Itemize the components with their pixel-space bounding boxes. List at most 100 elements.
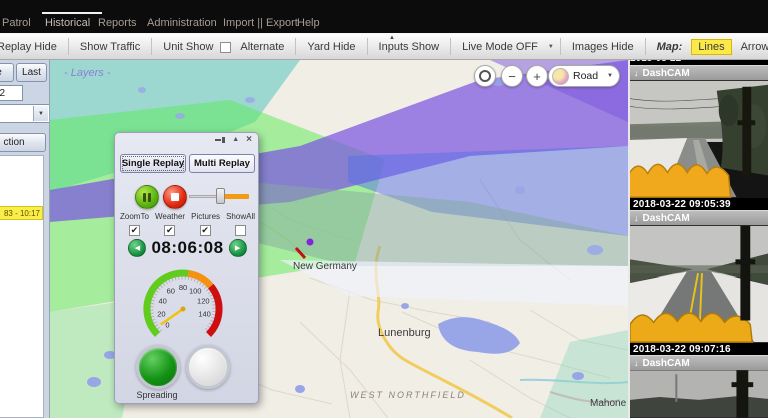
basemap-selector[interactable]: Road ▼ (548, 65, 620, 87)
svg-text:100: 100 (189, 287, 202, 296)
tab-multi-replay[interactable]: Multi Replay (189, 154, 255, 173)
label-mahone: Mahone (590, 398, 627, 409)
live-mode-button[interactable]: Live Mode OFF (457, 41, 543, 53)
show-traffic-button[interactable]: Show Traffic (75, 41, 145, 53)
pause-button[interactable] (135, 185, 159, 209)
dashcam-timestamp-2: 2018-03-22 09:07:16 (630, 343, 768, 355)
chevron-down-icon[interactable]: ▼ (548, 44, 554, 50)
pin-icon[interactable] (215, 136, 226, 144)
last-button[interactable]: Last (16, 63, 47, 82)
secondary-indicator-off[interactable] (186, 345, 230, 389)
toolbar-scroll-up-icon[interactable]: ▲ (389, 35, 395, 41)
dashcam-image-2[interactable] (630, 225, 768, 343)
images-hide-button[interactable]: Images Hide (567, 41, 639, 53)
divider (450, 38, 452, 55)
arrow-down-icon: ↓ (634, 358, 639, 368)
replay-speed-slider[interactable] (189, 185, 249, 207)
map-center-button[interactable] (474, 65, 496, 87)
replay-hide-button[interactable]: Replay Hide (0, 41, 62, 53)
yard-hide-button[interactable]: Yard Hide (302, 41, 360, 53)
camera-mast (740, 225, 751, 321)
alternate-label: Alternate (240, 40, 285, 53)
svg-text:60: 60 (167, 287, 175, 296)
stop-button[interactable] (163, 185, 187, 209)
chevron-down-icon: ▼ (607, 73, 613, 79)
pictures-label: Pictures (191, 212, 221, 221)
plow-blade (630, 163, 732, 198)
spreading-label: Spreading (136, 390, 178, 400)
center-dot-icon (479, 70, 491, 82)
sidebar-dropdown[interactable]: ▼ (0, 104, 49, 123)
arrow-down-icon: ↓ (634, 213, 639, 223)
showall-checkbox[interactable] (234, 225, 246, 236)
divider (559, 38, 561, 55)
unit-show-button[interactable]: Unit Show (158, 41, 218, 53)
zoomto-label: ZoomTo (120, 212, 149, 221)
sidebar-partial-button[interactable]: e (0, 63, 14, 82)
dashcam-header-3[interactable]: ↓ DashCAM (630, 355, 768, 370)
lines-toggle[interactable]: Lines (691, 38, 732, 55)
menu-historical[interactable]: Historical (45, 17, 90, 29)
dashcam-image-1[interactable] (630, 80, 768, 198)
divider (295, 38, 297, 55)
unit-marker[interactable] (306, 238, 314, 246)
basemap-value: Road (573, 70, 599, 82)
zoom-out-button[interactable]: − (501, 65, 523, 87)
zoom-in-button[interactable]: + (526, 65, 548, 87)
dashcam-image-3[interactable] (630, 370, 768, 418)
alternate-checkbox[interactable] (220, 42, 232, 53)
label-new-germany: New Germany (293, 261, 357, 272)
svg-text:80: 80 (179, 283, 187, 292)
slider-fill (222, 194, 249, 199)
close-icon[interactable]: × (246, 135, 252, 145)
dialog-titlebar: ▲ × (215, 135, 252, 145)
replay-time: 08:06:08 (151, 238, 224, 257)
replay-dialog: ▲ × Single Replay Multi Replay ZoomTo We… (114, 132, 259, 404)
dashcam-panel: 2018-03-22 ↓ DashCAM 2018-03-22 09:05:39… (628, 60, 768, 418)
weather-checkbox[interactable]: ✔ (164, 225, 176, 236)
selection-button[interactable]: ction (0, 133, 46, 152)
label-west-northfield: WEST NORTHFIELD (350, 390, 466, 400)
divider (644, 38, 646, 55)
left-sidebar: e Last 22 ▼ ction 83 - 10:17 (0, 60, 50, 418)
stop-icon (171, 193, 179, 201)
dashcam-header-1[interactable]: ↓ DashCAM (630, 65, 768, 80)
divider (366, 38, 368, 55)
date-field[interactable]: 22 (0, 85, 23, 101)
menu-administration[interactable]: Administration (147, 17, 217, 29)
collapse-icon[interactable]: ▲ (232, 136, 239, 144)
label-lunenburg: Lunenburg (378, 327, 431, 339)
menu-bar: Patrol Historical Reports Administration… (0, 0, 768, 33)
time-row: ◀ 08:06:08 ▶ (115, 238, 260, 258)
svg-text:140: 140 (198, 309, 211, 318)
menu-help[interactable]: Help (297, 17, 320, 29)
pictures-checkbox[interactable]: ✔ (199, 225, 211, 236)
dashcam-header-2[interactable]: ↓ DashCAM (630, 210, 768, 225)
plow-blade (630, 312, 754, 343)
slider-thumb[interactable] (216, 188, 225, 204)
menu-patrol[interactable]: Patrol (2, 17, 31, 29)
tab-single-replay[interactable]: Single Replay (120, 154, 186, 173)
svg-text:40: 40 (159, 297, 167, 306)
step-forward-button[interactable]: ▶ (228, 239, 247, 257)
replay-tabs: Single Replay Multi Replay (120, 154, 255, 173)
menu-reports[interactable]: Reports (98, 17, 137, 29)
step-back-button[interactable]: ◀ (128, 239, 147, 257)
checkbox-row: ✔ ✔ ✔ (115, 225, 260, 236)
zoomto-checkbox[interactable]: ✔ (129, 225, 140, 236)
menu-import-export[interactable]: Import || Export (223, 17, 298, 29)
inputs-show-button[interactable]: Inputs Show (374, 41, 445, 53)
arrow-down-icon: ↓ (634, 68, 639, 78)
speed-gauge: 0 20 40 60 80 100 120 140 (143, 269, 223, 337)
gauge-needle-hub (180, 306, 186, 312)
sidebar-list-panel: 83 - 10:17 (0, 155, 44, 418)
spreading-indicator-on[interactable] (136, 345, 180, 389)
divider (67, 38, 69, 55)
toolbar: ▲ Replay Hide Show Traffic Unit Show Alt… (0, 33, 768, 60)
layers-label[interactable]: - Layers - (64, 67, 110, 79)
arrows-toggle[interactable]: Arrows (736, 41, 768, 53)
selected-replay-item[interactable]: 83 - 10:17 (0, 206, 43, 220)
divider (151, 38, 153, 55)
chevron-down-icon[interactable]: ▼ (33, 106, 48, 121)
weather-label: Weather (154, 212, 186, 221)
